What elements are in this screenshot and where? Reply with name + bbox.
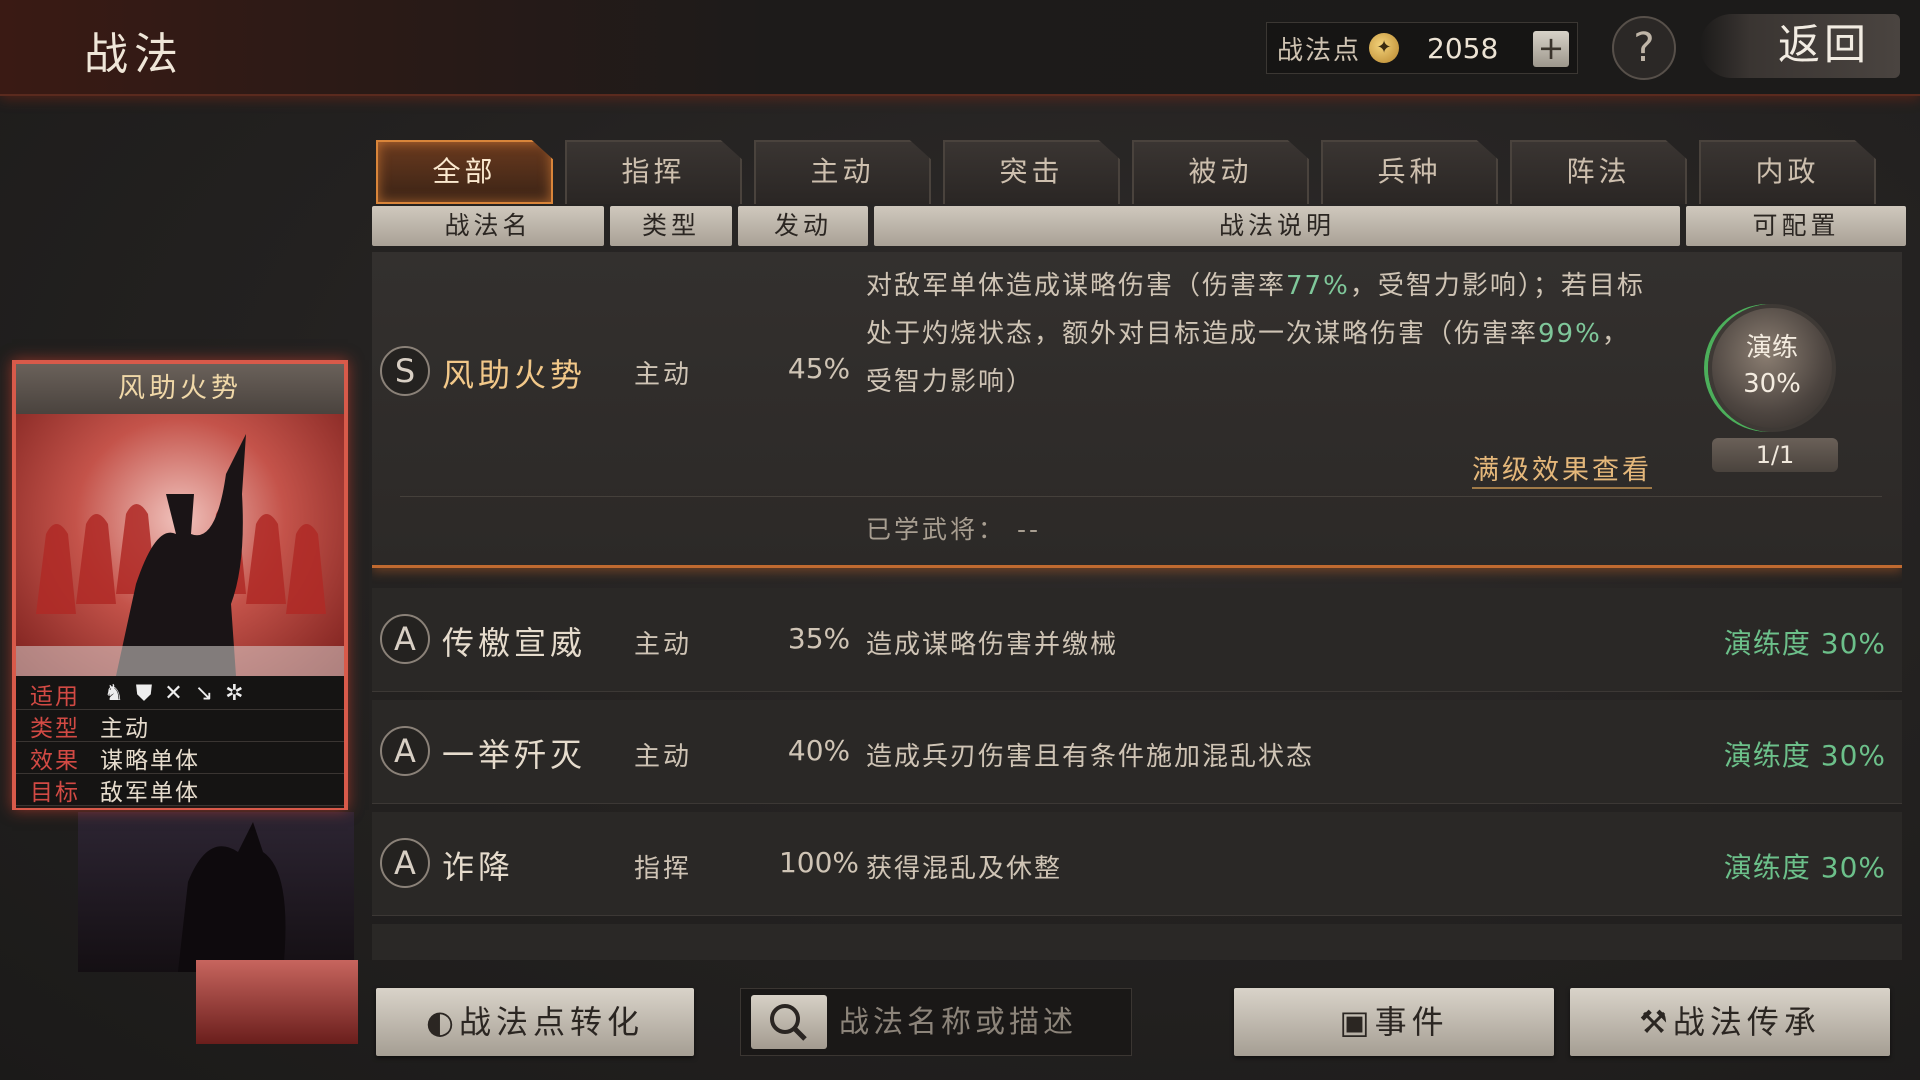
card-illustration (16, 414, 344, 676)
tactic-row-expanded[interactable]: S 风助火势 主动 45% 对敌军单体造成谋略伤害（伤害率77%，受智力影响）；… (372, 252, 1902, 568)
grade-badge: A (380, 614, 430, 664)
add-points-button[interactable]: + (1533, 31, 1569, 67)
tactic-point-icon: ◐ (426, 1003, 459, 1041)
stat-key: 目标 (30, 779, 80, 806)
tactic-type: 主动 (634, 630, 693, 660)
tactic-row[interactable]: A 一举歼灭 主动 40% 造成兵刃伤害且有条件施加混乱状态 演练度 30% (372, 700, 1902, 804)
card-stats: 适用 ♞ ⛊ ✕ ↘ ✲ 类型 主动 效果 谋略单体 目标 敌军单体 (16, 676, 344, 808)
drill-progress-dial[interactable]: 演练 30% (1708, 304, 1836, 432)
spear-icon: ↘ (194, 681, 214, 706)
full-level-effect-link[interactable]: 满级效果查看 (1472, 448, 1652, 489)
tactician-silhouette-art (16, 434, 344, 676)
learned-generals: 已学武将： -- (866, 515, 1041, 544)
tactic-name: 诈降 (442, 848, 515, 886)
stat-key: 效果 (30, 747, 80, 774)
tactic-rate: 100% (778, 846, 860, 879)
tab-formation[interactable]: 阵法 (1510, 140, 1687, 204)
grade-badge: A (380, 726, 430, 776)
tactic-inherit-button[interactable]: ⚒战法传承 (1570, 988, 1890, 1056)
back-button[interactable]: 返回 (1700, 14, 1900, 78)
card-art-background (78, 812, 354, 972)
stat-target: 目标 敌军单体 (16, 774, 344, 806)
tab-passive[interactable]: 被动 (1132, 140, 1309, 204)
stat-value: 谋略单体 (100, 747, 200, 774)
tactic-name: 一举歼灭 (442, 736, 587, 774)
grade-badge: S (380, 346, 430, 396)
tactic-type: 指挥 (634, 854, 693, 884)
silhouette-art (178, 822, 286, 972)
column-header-description: 战法说明 (874, 206, 1680, 246)
hammer-icon: ⚒ (1639, 1003, 1673, 1041)
troop-type-icons: ♞ ⛊ ✕ ↘ ✲ (94, 681, 244, 706)
tactic-points-box: 战法点 ✦ 2058 + (1266, 22, 1578, 74)
damage-rate-2: 99% (1538, 319, 1602, 349)
tab-command[interactable]: 指挥 (565, 140, 742, 204)
stat-value: 主动 (100, 715, 150, 742)
shield-icon: ⛊ (135, 681, 153, 706)
page-title: 战法 (84, 29, 184, 80)
tactic-card[interactable]: 风助火势 适用 ♞ ⛊ ✕ ↘ ✲ 类型 主动 效果 谋略单体 目标 敌军单体 (12, 360, 348, 810)
drill-degree: 演练度 30% (1723, 627, 1886, 660)
search-input[interactable] (839, 989, 1119, 1055)
tab-all[interactable]: 全部 (376, 140, 553, 204)
tactic-type: 主动 (634, 742, 693, 772)
grade-badge: A (380, 838, 430, 888)
column-header-type[interactable]: 类型 (610, 206, 732, 246)
cavalry-icon: ♞ (104, 681, 124, 706)
tactic-description: 获得混乱及休整 (866, 854, 1063, 884)
tactic-point-coin-icon: ✦ (1369, 33, 1400, 63)
tab-active[interactable]: 主动 (754, 140, 931, 204)
stat-key: 类型 (30, 715, 80, 742)
category-tabs: 全部 指挥 主动 突击 被动 兵种 阵法 内政 (376, 140, 1876, 204)
bow-icon: ✕ (164, 681, 183, 706)
stat-value: 敌军单体 (100, 779, 200, 806)
card-title: 风助火势 (16, 364, 344, 414)
stat-type: 类型 主动 (16, 710, 344, 742)
tactic-row[interactable]: A 传檄宣威 主动 35% 造成谋略伤害并缴械 演练度 30% (372, 588, 1902, 692)
tactic-name: 传檄宣威 (442, 624, 587, 662)
tactic-description: 造成谋略伤害并缴械 (866, 630, 1119, 660)
configurable-count: 1/1 (1712, 438, 1838, 472)
tactic-rate: 40% (787, 734, 851, 767)
tactic-list[interactable]: S 风助火势 主动 45% 对敌军单体造成谋略伤害（伤害率77%，受智力影响）；… (372, 252, 1902, 960)
stat-applicable: 适用 ♞ ⛊ ✕ ↘ ✲ (16, 678, 344, 710)
tactic-type: 主动 (634, 360, 693, 390)
top-bar: 战法 战法点 ✦ 2058 + ? 返回 (0, 0, 1920, 96)
dial-value: 30% (1743, 369, 1801, 399)
siege-icon: ✲ (225, 681, 244, 706)
stat-key: 适用 (30, 683, 80, 710)
tactic-points-label: 战法点 (1277, 35, 1362, 66)
card-art-fragment (196, 960, 358, 1044)
tactic-name: 风助火势 (442, 356, 587, 394)
tab-troop[interactable]: 兵种 (1321, 140, 1498, 204)
stat-effect: 效果 谋略单体 (16, 742, 344, 774)
search-icon[interactable] (751, 995, 827, 1049)
column-header-configurable[interactable]: 可配置 (1686, 206, 1906, 246)
dial-label: 演练 (1745, 333, 1798, 363)
row-divider (400, 496, 1882, 497)
event-button[interactable]: ▣事件 (1234, 988, 1554, 1056)
tab-internal[interactable]: 内政 (1699, 140, 1876, 204)
drill-degree: 演练度 30% (1723, 851, 1886, 884)
column-header-rate[interactable]: 发动 (738, 206, 868, 246)
search-bar (740, 988, 1132, 1056)
column-header-name[interactable]: 战法名 (372, 206, 604, 246)
tab-assault[interactable]: 突击 (943, 140, 1120, 204)
convert-points-button[interactable]: ◐战法点转化 (376, 988, 694, 1056)
help-button[interactable]: ? (1612, 16, 1676, 80)
tactic-rate: 35% (787, 622, 851, 655)
drill-degree: 演练度 30% (1723, 739, 1886, 772)
tactic-description: 造成兵刃伤害且有条件施加混乱状态 (866, 742, 1315, 772)
tactic-row[interactable]: A 诈降 指挥 100% 获得混乱及休整 演练度 30% (372, 812, 1902, 916)
tactic-description: 对敌军单体造成谋略伤害（伤害率77%，受智力影响）；若目标处于灼烧状态，额外对目… (866, 271, 1645, 397)
damage-rate-1: 77% (1286, 271, 1350, 301)
tactic-row-partial[interactable] (372, 924, 1902, 960)
tactic-rate: 45% (787, 352, 851, 385)
event-icon: ▣ (1339, 1003, 1375, 1041)
tactic-points-value: 2058 (1427, 31, 1499, 65)
